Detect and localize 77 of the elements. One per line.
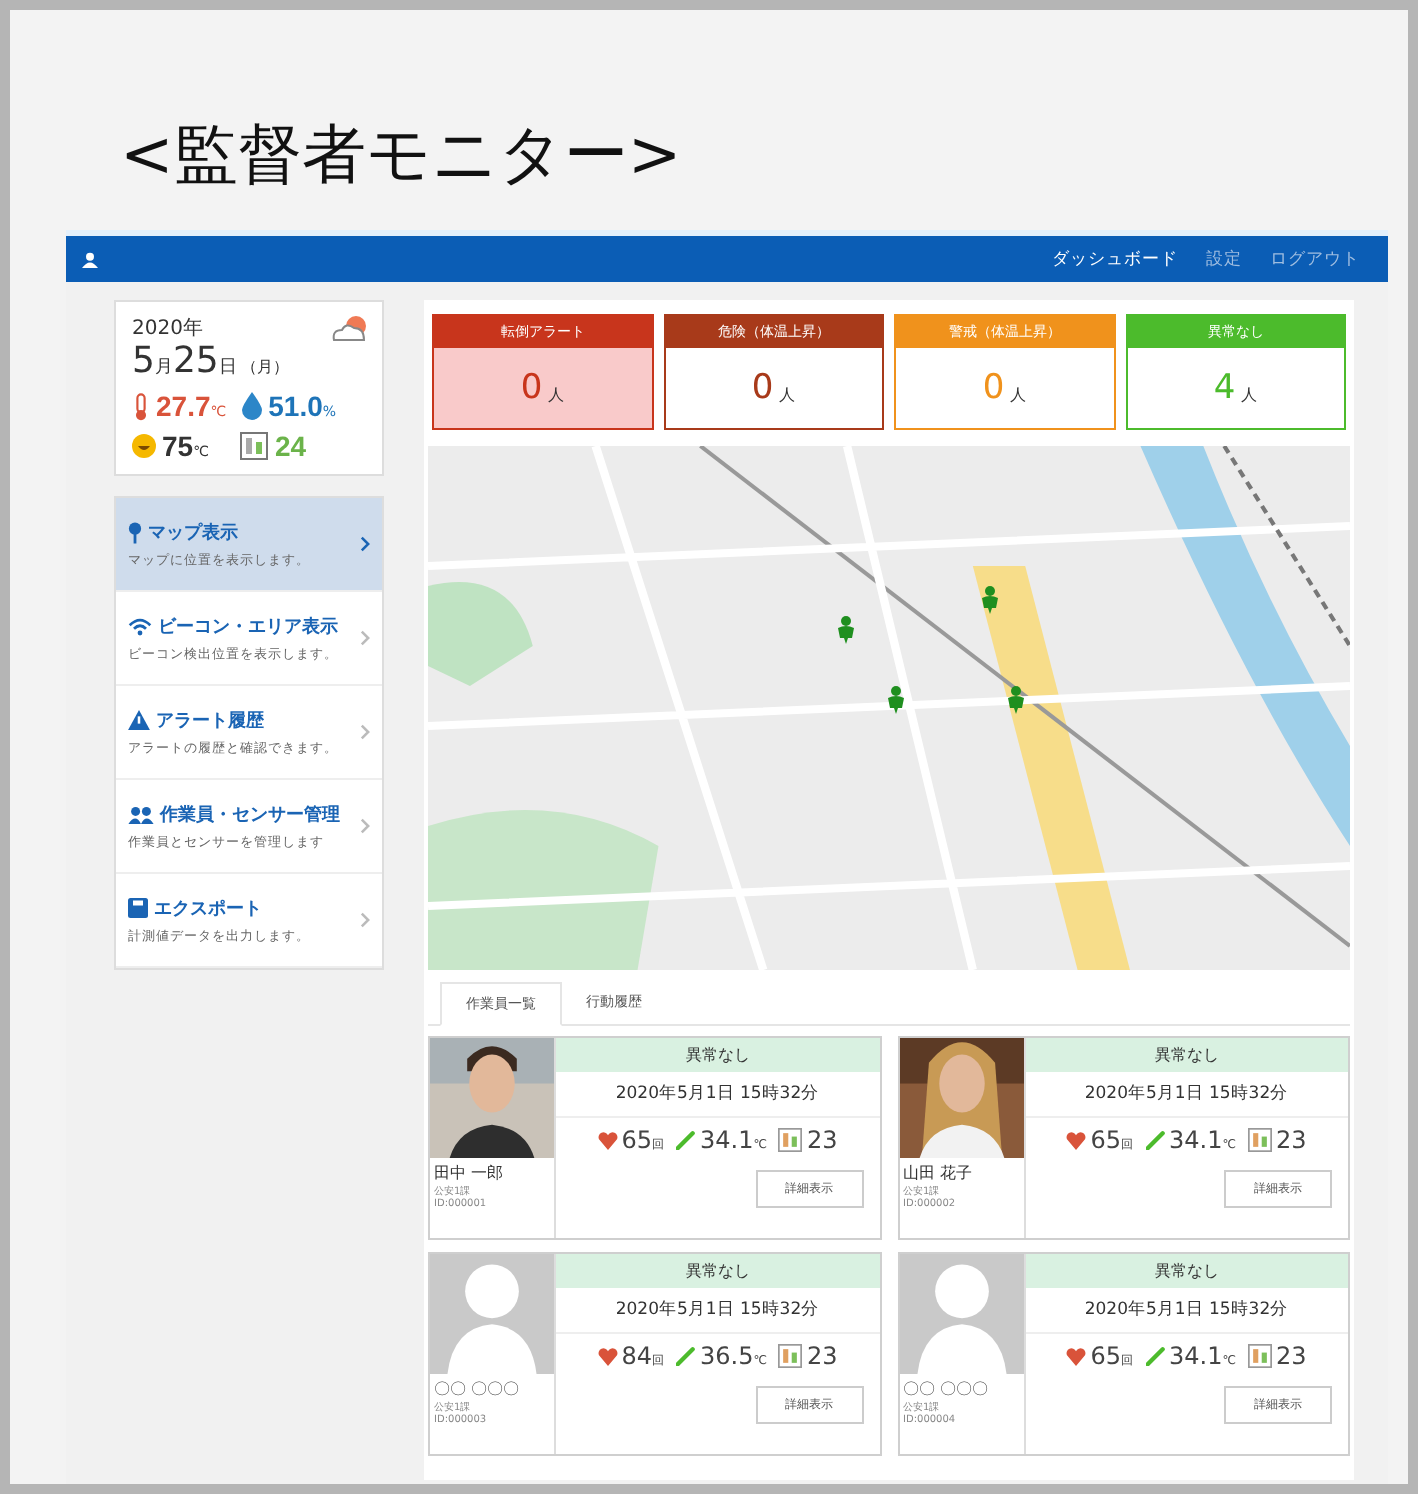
chevron-icon — [360, 724, 370, 740]
alert-unit: 人 — [1241, 383, 1258, 405]
month-number: 5 — [132, 342, 155, 382]
chevron-icon — [360, 818, 370, 834]
chevron-icon — [360, 536, 370, 552]
timestamp: 2020年5月1日 15時32分 — [556, 1288, 879, 1334]
alert-count: 0 — [982, 368, 1005, 408]
gauge-value: 23 — [806, 1342, 838, 1370]
timestamp: 2020年5月1日 15時32分 — [556, 1072, 879, 1118]
gauge-value: 23 — [1275, 1342, 1307, 1370]
day-unit: 日 — [218, 356, 237, 380]
nav-title: エクスポート — [154, 897, 262, 921]
worker-name: 〇〇 〇〇〇 — [432, 1378, 522, 1400]
worker-marker-icon[interactable] — [982, 586, 998, 614]
nav-title: 作業員・センサー管理 — [160, 803, 340, 827]
alert-unit: 人 — [779, 383, 796, 405]
heart-icon — [597, 1131, 618, 1149]
heart-icon — [1066, 1347, 1087, 1365]
worker-marker-icon[interactable] — [888, 686, 904, 714]
header-link[interactable]: ログアウト — [1270, 247, 1360, 271]
gauge-icon — [778, 1128, 803, 1152]
body-temperature-value: 34.1 — [1169, 1126, 1223, 1154]
header-link[interactable]: 設定 — [1206, 247, 1242, 271]
water-drop-icon — [242, 392, 263, 420]
heart-rate-value: 65 — [1090, 1342, 1122, 1370]
nav-title: ビーコン・エリア表示 — [158, 614, 338, 639]
weekday-text: （月） — [240, 356, 289, 378]
wifi-icon — [128, 617, 152, 635]
gauge-icon — [778, 1344, 803, 1368]
body-temperature-value: 34.1 — [1169, 1342, 1223, 1370]
timestamp: 2020年5月1日 15時32分 — [1025, 1288, 1348, 1334]
user-icon — [82, 251, 98, 267]
worker-name: 田中 一郎 — [432, 1162, 506, 1184]
nav-title: アラート履歴 — [156, 709, 264, 733]
cloud-sun-icon — [330, 314, 370, 342]
worker-marker-icon[interactable] — [1008, 686, 1024, 714]
gauge-value: 23 — [1275, 1126, 1307, 1154]
status-label: 異常なし — [556, 1038, 879, 1072]
status-label: 異常なし — [1025, 1254, 1348, 1288]
day-number: 25 — [172, 342, 219, 382]
gauge-icon — [1247, 1344, 1272, 1368]
worker-name: 山田 花子 — [901, 1162, 975, 1184]
people-icon — [128, 805, 154, 823]
heart-icon — [597, 1347, 618, 1365]
slide-title: <監督者モニター> — [118, 114, 684, 196]
gauge-icon — [240, 432, 269, 460]
chevron-icon — [360, 630, 370, 646]
alert-count: 4 — [1213, 368, 1236, 408]
timestamp: 2020年5月1日 15時32分 — [1025, 1072, 1348, 1118]
body-temperature-value: 36.5 — [700, 1342, 754, 1370]
body-temperature-value: 34.1 — [700, 1126, 754, 1154]
status-label: 異常なし — [1025, 1038, 1348, 1072]
heart-rate-value: 65 — [1090, 1126, 1122, 1154]
worker-marker-icon[interactable] — [838, 616, 854, 644]
alert-unit: 人 — [548, 383, 565, 405]
heart-icon — [1066, 1131, 1087, 1149]
worker-name: 〇〇 〇〇〇 — [901, 1378, 991, 1400]
status-label: 異常なし — [556, 1254, 879, 1288]
chevron-icon — [360, 912, 370, 928]
alert-count: 0 — [751, 368, 774, 408]
alert-count: 0 — [520, 368, 543, 408]
gauge-icon — [1247, 1128, 1272, 1152]
year-text: 2020年 — [132, 316, 205, 342]
alert-unit: 人 — [1010, 383, 1027, 405]
gauge-value: 23 — [806, 1126, 838, 1154]
header-link[interactable]: ダッシュボード — [1052, 247, 1178, 271]
smiley-icon — [132, 434, 156, 458]
discomfort-value: 75 — [162, 430, 194, 462]
temperature-value: 27.7 — [156, 390, 211, 422]
wbgt-value: 24 — [274, 430, 307, 462]
humidity-value: 51.0 — [268, 390, 323, 422]
warning-icon — [128, 710, 150, 730]
heart-rate-value: 65 — [621, 1126, 653, 1154]
nav-title: マップ表示 — [148, 520, 238, 545]
month-unit: 月 — [154, 356, 173, 380]
heart-rate-value: 84 — [621, 1342, 653, 1370]
pin-icon — [128, 521, 142, 543]
